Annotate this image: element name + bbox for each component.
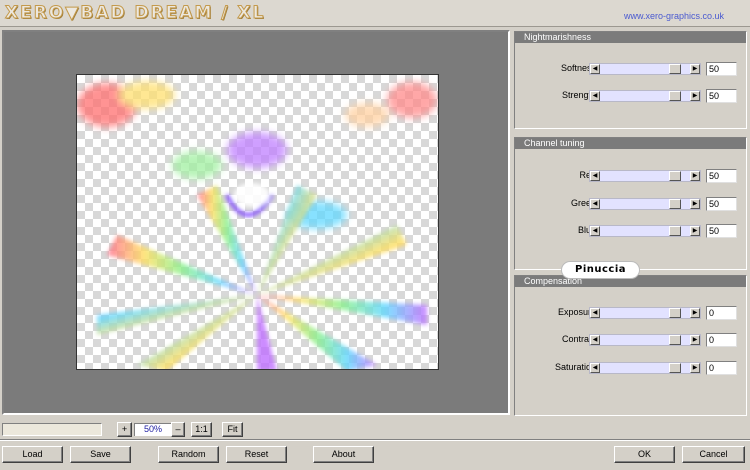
ok-button[interactable]: OK [614,446,675,463]
compensation-panel: Compensation Exposure ◀ ▶ 0 Contrast ◀ ▶… [514,275,747,416]
strength-slider[interactable]: ◀ ▶ [589,90,701,102]
exposure-value[interactable]: 0 [706,306,737,320]
red-row: Red ◀ ▶ 50 [515,169,746,183]
exposure-slider-thumb[interactable] [669,308,681,318]
preview-area [2,30,510,415]
blue-row: Blue ◀ ▶ 50 [515,224,746,238]
saturation-slider-thumb[interactable] [669,363,681,373]
arrow-left-icon[interactable]: ◀ [590,91,600,101]
nightmarishness-panel: Nightmarishness Softness ◀ ▶ 50 Strength… [514,31,747,129]
arrow-left-icon[interactable]: ◀ [590,308,600,318]
divider [0,439,750,441]
cancel-button[interactable]: Cancel [682,446,745,463]
softness-value[interactable]: 50 [706,62,737,76]
blue-slider-thumb[interactable] [669,226,681,236]
strength-row: Strength ◀ ▶ 50 [515,89,746,103]
arrow-right-icon[interactable]: ▶ [690,199,700,209]
website-link[interactable]: www.xero-graphics.co.uk [624,11,724,21]
green-slider-thumb[interactable] [669,199,681,209]
preview-artwork [77,81,437,369]
nightmarishness-header: Nightmarishness [515,32,746,43]
red-value[interactable]: 50 [706,169,737,183]
green-slider[interactable]: ◀ ▶ [589,198,701,210]
arrow-right-icon[interactable]: ▶ [690,171,700,181]
about-button[interactable]: About [313,446,374,463]
blue-value[interactable]: 50 [706,224,737,238]
arrow-right-icon[interactable]: ▶ [690,226,700,236]
contrast-row: Contrast ◀ ▶ 0 [515,333,746,347]
random-button[interactable]: Random [158,446,219,463]
zoom-fit-button[interactable]: Fit [222,422,243,437]
contrast-slider-thumb[interactable] [669,335,681,345]
contrast-value[interactable]: 0 [706,333,737,347]
strength-value[interactable]: 50 [706,89,737,103]
green-row: Green ◀ ▶ 50 [515,197,746,211]
arrow-left-icon[interactable]: ◀ [590,363,600,373]
exposure-row: Exposure ◀ ▶ 0 [515,306,746,320]
blue-slider[interactable]: ◀ ▶ [589,225,701,237]
arrow-left-icon[interactable]: ◀ [590,199,600,209]
zoom-in-button[interactable]: + [117,422,132,437]
green-value[interactable]: 50 [706,197,737,211]
pinuccia-watermark: Pinuccia [562,262,639,278]
arrow-right-icon[interactable]: ▶ [690,335,700,345]
softness-slider[interactable]: ◀ ▶ [589,63,701,75]
reset-button[interactable]: Reset [226,446,287,463]
arrow-left-icon[interactable]: ◀ [590,226,600,236]
arrow-left-icon[interactable]: ◀ [590,335,600,345]
saturation-slider[interactable]: ◀ ▶ [589,362,701,374]
arrow-right-icon[interactable]: ▶ [690,363,700,373]
header-bar: XERO▼BAD DREAM / XL www.xero-graphics.co… [0,0,750,27]
arrow-right-icon[interactable]: ▶ [690,91,700,101]
softness-slider-thumb[interactable] [669,64,681,74]
exposure-slider[interactable]: ◀ ▶ [589,307,701,319]
red-slider[interactable]: ◀ ▶ [589,170,701,182]
preview-image[interactable] [76,74,439,370]
status-field [2,423,102,436]
channel-tuning-header: Channel tuning [515,138,746,149]
strength-slider-thumb[interactable] [669,91,681,101]
softness-row: Softness ◀ ▶ 50 [515,62,746,76]
zoom-out-button[interactable]: – [171,422,185,437]
arrow-right-icon[interactable]: ▶ [690,64,700,74]
channel-tuning-panel: Channel tuning Red ◀ ▶ 50 Green ◀ ▶ 50 B… [514,137,747,270]
saturation-value[interactable]: 0 [706,361,737,375]
contrast-slider[interactable]: ◀ ▶ [589,334,701,346]
arrow-left-icon[interactable]: ◀ [590,171,600,181]
save-button[interactable]: Save [70,446,131,463]
app-title: XERO▼BAD DREAM / XL [4,3,266,24]
load-button[interactable]: Load [2,446,63,463]
arrow-right-icon[interactable]: ▶ [690,308,700,318]
zoom-1to1-button[interactable]: 1:1 [191,422,212,437]
red-slider-thumb[interactable] [669,171,681,181]
arrow-left-icon[interactable]: ◀ [590,64,600,74]
saturation-row: Saturation ◀ ▶ 0 [515,361,746,375]
zoom-level: 50% [134,423,171,436]
